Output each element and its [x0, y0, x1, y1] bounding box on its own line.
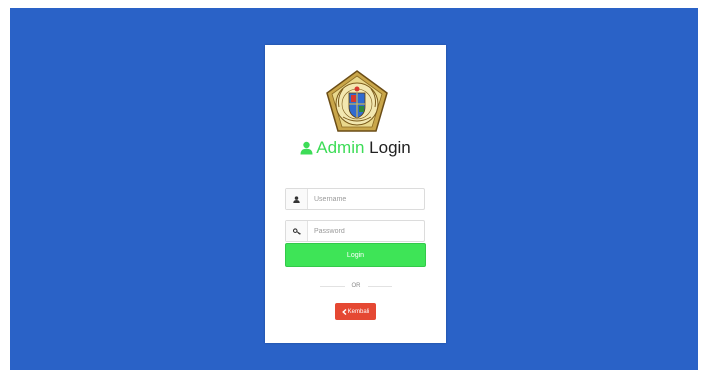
title-login-text: Login — [369, 138, 411, 157]
chevron-left-icon — [341, 308, 347, 315]
username-input[interactable] — [308, 189, 422, 209]
separator-line-right — [367, 285, 392, 287]
login-button[interactable]: Login — [285, 243, 426, 267]
login-card: Admin Login Login OR — [265, 45, 446, 343]
user-icon — [300, 141, 313, 155]
separator-line-left — [320, 285, 345, 287]
page-title: Admin Login — [265, 137, 446, 159]
password-field[interactable] — [285, 220, 425, 242]
university-seal-icon — [326, 70, 388, 132]
back-button-label: Kembali — [347, 308, 370, 315]
username-field[interactable] — [285, 188, 425, 210]
user-icon — [286, 189, 308, 209]
separator-text: OR — [351, 283, 361, 289]
key-icon — [286, 221, 308, 241]
password-input[interactable] — [308, 221, 422, 241]
page-background: Admin Login Login OR — [10, 8, 698, 370]
back-button[interactable]: Kembali — [335, 303, 376, 320]
title-admin-text: Admin — [316, 138, 365, 157]
or-separator: OR — [320, 281, 392, 291]
